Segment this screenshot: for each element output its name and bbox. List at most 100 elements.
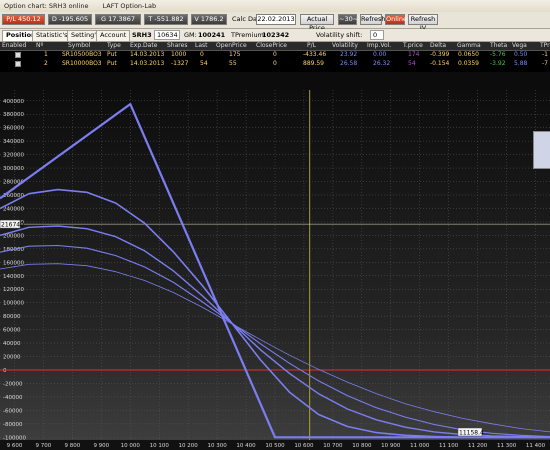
row-openprice: 55 (229, 60, 237, 67)
row-volatility: 26.58 (340, 60, 358, 67)
col-enabled[interactable]: Enabled (2, 42, 26, 50)
gm-label: GM: (184, 31, 197, 39)
row-impvol: 26.32 (373, 60, 391, 67)
x-tick-label: 10 700 (323, 443, 343, 449)
x-axis: 9 600 9 700 9 800 9 900 10 000 10 100 10 200 10… (0, 440, 550, 450)
y-tick-label: -60000 (3, 408, 23, 414)
col-symbol[interactable]: Symbol (68, 42, 90, 50)
y-tick-label: 380000 (3, 112, 24, 118)
row-enabled-checkbox[interactable] (15, 61, 21, 67)
vega-button[interactable]: V 1786.2 (191, 14, 227, 25)
x-tick-label: 10 500 (265, 443, 285, 449)
table-row[interactable]: 1 SR10500BO3 Put 14.03.2013 1000 0 175 0… (0, 51, 550, 59)
col-theta[interactable]: Theta (490, 42, 507, 50)
col-type[interactable]: Type (107, 42, 121, 50)
x-tick-label: 10 300 (207, 443, 227, 449)
col-gamma[interactable]: Gamma (457, 42, 481, 50)
row-tpremium: -7 (542, 60, 548, 67)
row-last: 54 (200, 60, 208, 67)
col-vega[interactable]: Vega (512, 42, 527, 50)
y-tick-label: -80000 (3, 422, 23, 428)
y-tick-label: 240000 (3, 206, 24, 212)
x-tick-label: 11 100 (439, 443, 459, 449)
y-tick-label: 300000 (3, 166, 24, 172)
row-expdate: 14.03.2013 (130, 60, 165, 67)
y-tick-label: 100000 (3, 301, 24, 307)
col-last[interactable]: Last (195, 42, 208, 50)
days-button[interactable]: ~30~ (338, 14, 358, 25)
pl-button[interactable]: P/L 450.12 (2, 14, 45, 25)
chart-header-band (0, 72, 550, 90)
delta-button[interactable]: D -195.605 (48, 14, 92, 25)
x-tick-label: 10 400 (236, 443, 256, 449)
row-tprice: 174 (408, 51, 420, 58)
row-theta: -3.92 (490, 60, 506, 67)
calc-date-input[interactable]: 22.02.2013 (256, 14, 296, 25)
y-tick-label: 340000 (3, 139, 24, 145)
x-tick-label: 10 600 (294, 443, 314, 449)
col-tprice[interactable]: T.price (403, 42, 423, 50)
online-button[interactable]: Online (385, 14, 407, 25)
refresh-iv-button[interactable]: Refresh IV (408, 14, 438, 32)
x-tick-label: 9 800 (64, 443, 80, 449)
y-tick-label: 80000 (3, 314, 21, 320)
gm-value: 100241 (198, 31, 226, 39)
col-number[interactable]: Nº (36, 42, 43, 50)
col-volatility[interactable]: Volatility (332, 42, 358, 50)
x-tick-label: 10 800 (352, 443, 372, 449)
row-impvol: 0.00 (373, 51, 387, 58)
col-pl[interactable]: P/L (307, 42, 316, 50)
gamma-button[interactable]: G 17.3867 (95, 14, 141, 25)
x-tick-label: 9 600 (7, 443, 23, 449)
col-closeprice[interactable]: ClosePrice (256, 42, 287, 50)
row-delta: -0.154 (430, 60, 450, 67)
row-expdate: 14.03.2013 (130, 51, 165, 58)
toolbar: P/L 450.12 D -195.605 G 17.3867 T -551.8… (0, 12, 550, 32)
theta-button[interactable]: T -551.882 (144, 14, 188, 25)
y-tick-label: 140000 (3, 274, 24, 280)
vol-shift-input[interactable]: 0 (370, 30, 384, 40)
y-tick-label: 20000 (3, 355, 21, 361)
row-tprice: 54 (408, 60, 416, 67)
row-pl: 889.59 (303, 60, 324, 67)
y-tick-label: -40000 (3, 395, 23, 401)
col-shares[interactable]: Shares (167, 42, 187, 50)
row-volatility: 23.92 (340, 51, 358, 58)
payoff-chart[interactable]: 4000003800003600003400003200003000002800… (0, 90, 550, 440)
vol-shift-label: Volatility shift: (316, 31, 363, 39)
x-tick-label: 11 200 (468, 443, 488, 449)
row-openprice: 175 (229, 51, 241, 58)
x-tick-label: 11 300 (497, 443, 517, 449)
row-closeprice: 0 (273, 60, 277, 67)
row-number: 2 (44, 60, 48, 67)
row-closeprice: 0 (273, 51, 277, 58)
tab-account[interactable]: Account (96, 30, 131, 42)
window-title: Option chart: SRH3 online (4, 2, 89, 10)
row-symbol: SR10000BO3 (62, 60, 102, 67)
quantity-field[interactable]: 10634 (154, 30, 180, 40)
col-tpremium[interactable]: TPre (540, 42, 550, 50)
actual-price-button[interactable]: Actual Price (300, 14, 334, 32)
row-shares: -1327 (171, 60, 189, 67)
y-tick-label: 60000 (3, 328, 21, 334)
col-expdate[interactable]: Exp.Date (130, 42, 157, 50)
col-delta[interactable]: Delta (430, 42, 446, 50)
side-scroll-widget[interactable] (533, 131, 550, 169)
row-enabled-checkbox[interactable] (15, 52, 21, 58)
row-number: 1 (44, 51, 48, 58)
row-type: Put (107, 60, 117, 67)
tab-bar: Position's Statistic's Setting's Account… (0, 29, 550, 42)
table-row[interactable]: 2 SR10000BO3 Put 14.03.2013 -1327 54 55 … (0, 60, 550, 68)
app-title: LAFT Option-Lab (102, 2, 157, 10)
x-tick-label: 10 100 (150, 443, 170, 449)
refresh-button[interactable]: Refresh (360, 14, 386, 25)
y-tick-label: 120000 (3, 287, 24, 293)
tab-statistics[interactable]: Statistic's (32, 30, 72, 42)
row-gamma: 0.0359 (458, 60, 479, 67)
tpremium-label: TPremium: (231, 31, 267, 39)
col-impvol[interactable]: Imp.Vol. (367, 42, 391, 50)
y-tick-label: 0 (3, 368, 7, 374)
col-openprice[interactable]: OpenPrice (216, 42, 247, 50)
x-tick-label: 10 200 (179, 443, 199, 449)
row-theta: -5.76 (490, 51, 506, 58)
